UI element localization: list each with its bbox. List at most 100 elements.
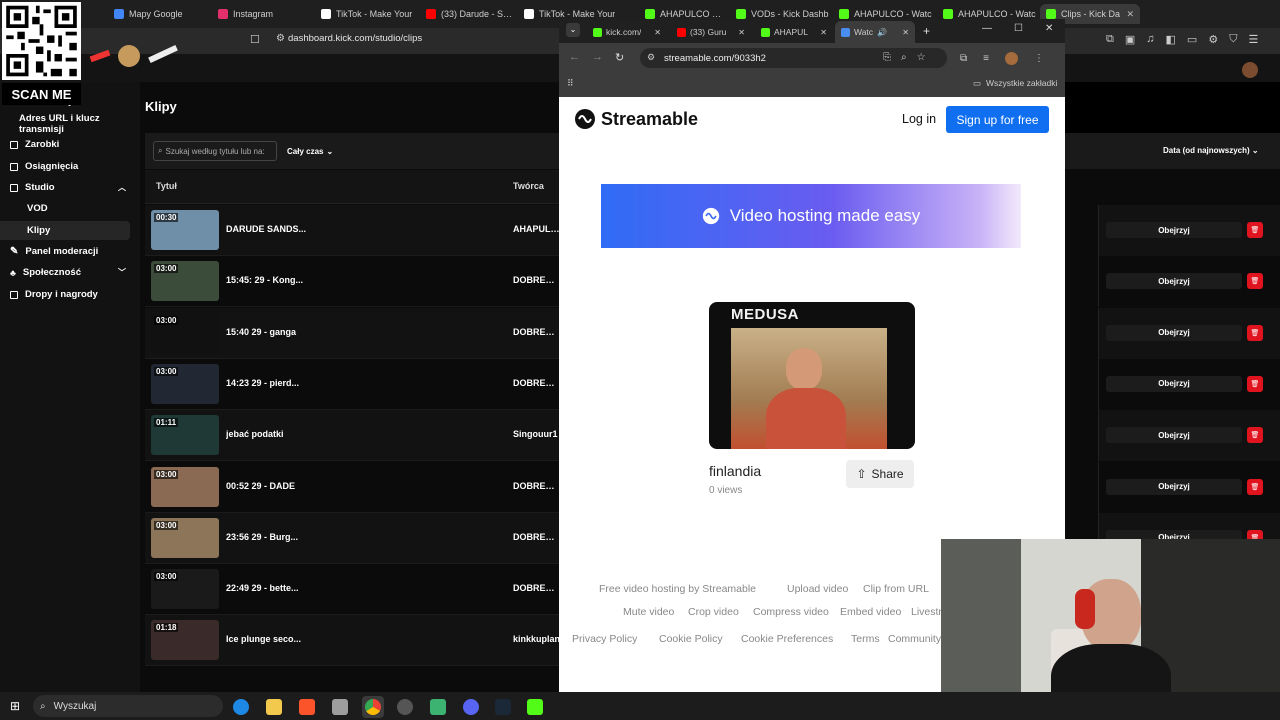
table-row[interactable]: 01:11 jebać podatki Singouur1 [145, 410, 560, 462]
period-dropdown[interactable]: Cały czas ⌄ [287, 141, 333, 161]
close-tab-icon[interactable]: ✕ [820, 28, 827, 37]
clip-creator[interactable]: DOBREWAI [513, 583, 560, 593]
watch-button[interactable]: Obejrzyj [1106, 478, 1242, 495]
bookmark-icon[interactable]: ☐ [250, 33, 260, 46]
footer-link[interactable]: Embed video [840, 606, 901, 618]
table-row[interactable]: 03:00 14:23 29 - pierd... DOBREWAI [145, 359, 560, 410]
clip-title[interactable]: 15:45: 29 - Kong... [226, 275, 326, 285]
wallet-icon[interactable]: ▭ [1187, 33, 1197, 46]
close-tab-icon[interactable]: ✕ [902, 28, 909, 37]
clip-title[interactable]: 23:56 29 - Burg... [226, 532, 326, 542]
clip-creator[interactable]: Singouur1 [513, 429, 560, 439]
clip-thumbnail[interactable]: 01:18 [151, 620, 219, 661]
delete-button[interactable]: 🗑 [1247, 427, 1263, 444]
menu-icon[interactable]: ☰ [1248, 33, 1258, 46]
watch-button[interactable]: Obejrzyj [1106, 222, 1242, 238]
browser-tab[interactable]: TikTok - Make Your [315, 4, 415, 24]
clip-thumbnail[interactable]: 03:00 [151, 466, 219, 507]
sidebar-item-vod[interactable]: VOD [0, 199, 130, 218]
footer-link[interactable]: Community Guide [888, 633, 941, 645]
browser-tab[interactable]: (33) Darude - Sand [420, 4, 516, 24]
kebab-menu-icon[interactable]: ⋮ [1034, 53, 1044, 64]
windows-start-icon[interactable]: ⊞ [10, 699, 20, 713]
clip-creator[interactable]: DOBREWAI [513, 275, 560, 285]
clip-title[interactable]: jebać podatki [226, 429, 326, 439]
clip-title[interactable]: Ice plunge seco... [226, 634, 326, 644]
background-url[interactable]: dashboard.kick.com/studio/clips [288, 33, 422, 44]
popup-url[interactable]: streamable.com/9033h2 [664, 53, 766, 64]
star-icon[interactable]: ☆ [917, 52, 926, 63]
profile-avatar[interactable] [1004, 52, 1018, 65]
audio-icon[interactable]: 🔊 [877, 28, 887, 37]
app-icon-2[interactable] [430, 699, 446, 715]
delete-button[interactable]: 🗑 [1247, 375, 1263, 392]
discord-icon[interactable] [463, 699, 479, 715]
signup-button[interactable]: Sign up for free [946, 106, 1049, 133]
sidebar-item-earnings[interactable]: Zarobki [0, 135, 130, 154]
clip-thumbnail[interactable]: 01:11 [151, 415, 219, 456]
all-bookmarks[interactable]: ▭ Wszystkie zakładki [973, 78, 1057, 89]
delete-button[interactable]: 🗑 [1247, 324, 1263, 341]
settings-icon[interactable]: ⚙ [1208, 33, 1218, 46]
watch-button[interactable]: Obejrzyj [1106, 427, 1242, 444]
sidebar-item-achievements[interactable]: Osiągnięcia [0, 157, 130, 176]
clip-creator[interactable]: DOBREWAI [513, 378, 560, 388]
table-row[interactable]: 03:00 22:49 29 - bette... DOBREWAI [145, 564, 560, 616]
table-row[interactable]: 01:18 Ice plunge seco... kinkkuplan [145, 615, 560, 667]
clip-thumbnail[interactable]: 03:00 [151, 569, 219, 610]
sidebar-item-studio[interactable]: Studio ︿ [0, 178, 130, 197]
tab-search-icon[interactable]: ⌄ [566, 23, 580, 37]
promo-banner[interactable]: Video hosting made easy [601, 184, 1021, 248]
browser-tab[interactable]: Mapy Google [108, 4, 208, 24]
translate-icon[interactable]: ⎘ [883, 52, 891, 63]
footer-link[interactable]: Compress video [753, 606, 829, 618]
table-row[interactable]: 03:00 15:45: 29 - Kong... DOBREWAI [145, 256, 560, 308]
sidebar-item-stream-key[interactable]: Adres URL i klucz transmisji [0, 113, 130, 135]
footer-link[interactable]: Clip from URL [863, 583, 929, 595]
footer-link[interactable]: Cookie Policy [659, 633, 723, 645]
close-tab-icon[interactable]: ✕ [654, 28, 661, 37]
clip-title[interactable]: 15:40 29 - ganga [226, 327, 326, 337]
popup-tab[interactable]: (33) Guru ✕ [671, 21, 751, 43]
table-row[interactable]: 03:00 15:40 29 - ganga DOBREWAI [145, 307, 560, 359]
sidebar-item-moderation[interactable]: ✎ Panel moderacji [0, 242, 130, 261]
minimize-icon[interactable]: — [982, 23, 992, 34]
footer-link[interactable]: Mute video [623, 606, 674, 618]
clip-thumbnail[interactable]: 00:30 [151, 210, 219, 250]
obs-icon[interactable] [397, 699, 413, 715]
clip-creator[interactable]: kinkkuplan [513, 634, 560, 644]
site-info-icon[interactable]: ⚙ [276, 33, 285, 44]
share-button[interactable]: ⇧ Share [846, 460, 914, 488]
clip-creator[interactable]: DOBREWAI [513, 532, 560, 542]
app-icon[interactable] [332, 699, 348, 715]
clips-search-input[interactable]: ⌕ Szukaj według tytułu lub na: [153, 141, 277, 161]
clip-creator[interactable]: AHAPULCO [513, 224, 560, 234]
sort-dropdown[interactable]: Data (od najnowszych) ⌄ [1163, 146, 1259, 155]
clip-creator[interactable]: DOBREWAI [513, 481, 560, 491]
music-icon[interactable]: ♫ [1146, 33, 1154, 46]
delete-button[interactable]: 🗑 [1247, 478, 1263, 495]
site-info-icon[interactable]: ⚙ [647, 52, 655, 63]
forward-icon[interactable]: → [592, 51, 603, 64]
apps-icon[interactable]: ⠿ [567, 78, 574, 89]
brave-icon[interactable] [299, 699, 315, 715]
popup-tab[interactable]: Watc 🔊 ✕ [835, 21, 915, 43]
close-tab-icon[interactable]: ✕ [738, 28, 745, 37]
clip-title[interactable]: 22:49 29 - bette... [226, 583, 326, 593]
popup-tab[interactable]: AHAPUL ✕ [755, 21, 833, 43]
column-title[interactable]: Tytuł [156, 181, 177, 191]
media-icon[interactable]: ≡ [983, 53, 989, 64]
footer-link[interactable]: Crop video [688, 606, 739, 618]
new-tab-icon[interactable]: + [923, 24, 930, 38]
maximize-icon[interactable]: ☐ [1014, 23, 1023, 34]
footer-link[interactable]: Upload video [787, 583, 848, 595]
chrome-taskbar-slot[interactable] [362, 696, 384, 718]
table-row[interactable]: 03:00 23:56 29 - Burg... DOBREWAI [145, 512, 560, 564]
clip-title[interactable]: DARUDE SANDS... [226, 224, 326, 234]
footer-link[interactable]: Free video hosting by Streamable [599, 583, 756, 595]
edge-icon[interactable] [233, 699, 249, 715]
clip-title[interactable]: 14:23 29 - pierd... [226, 378, 326, 388]
shield-icon[interactable]: ⛉ [1229, 33, 1237, 46]
table-row[interactable]: 00:30 DARUDE SANDS... AHAPULCO [145, 205, 560, 256]
reload-icon[interactable]: ↻ [615, 51, 624, 64]
